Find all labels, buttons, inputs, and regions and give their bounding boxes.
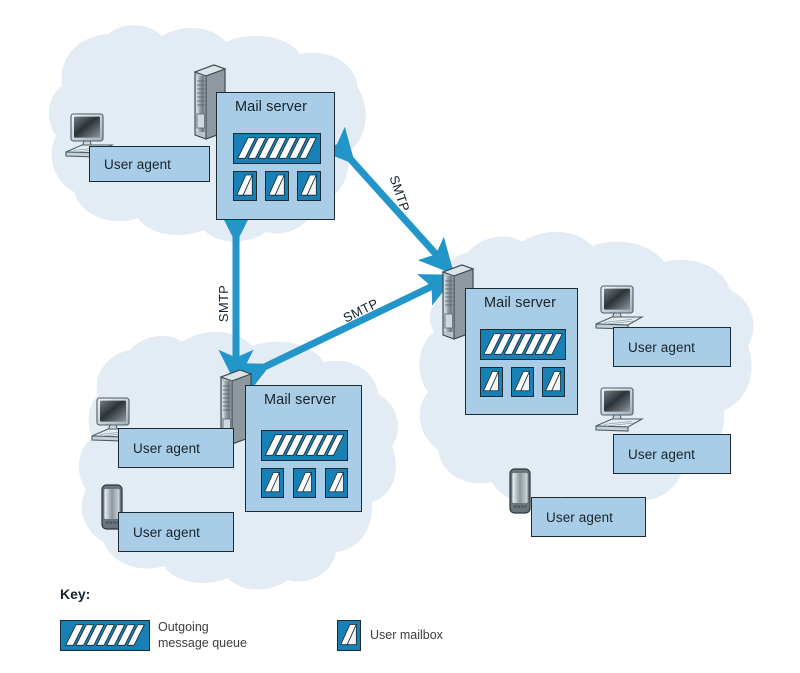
legend-user-mailbox-label: User mailbox — [370, 628, 443, 642]
legend-outgoing-queue-line1: Outgoing — [158, 620, 209, 634]
legend-title: Key: — [60, 586, 91, 602]
mail-system-diagram: User agent Mail server Mail server User … — [0, 0, 800, 673]
legend-outgoing-message-queue-icon — [60, 620, 150, 651]
legend-outgoing-queue-line2: message queue — [158, 636, 247, 650]
legend-user-mailbox-icon — [337, 620, 361, 651]
legend: Key: Outgoing message queue User mailbox — [0, 0, 800, 673]
